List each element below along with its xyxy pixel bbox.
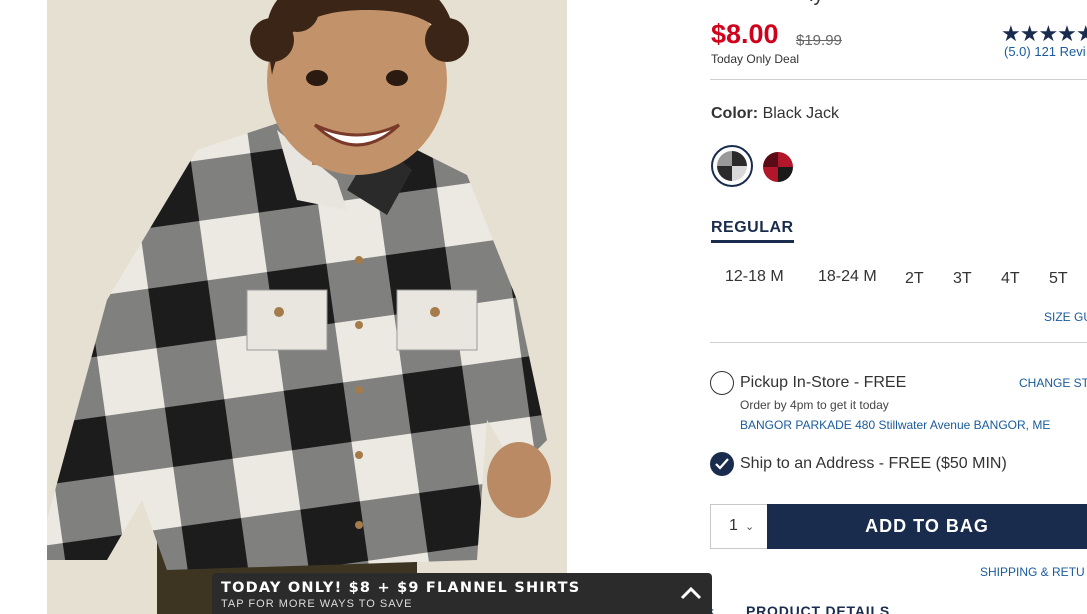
- size-option[interactable]: 12-18 M: [725, 268, 784, 286]
- size-option[interactable]: 2T: [905, 270, 924, 288]
- pickup-radio[interactable]: [710, 371, 734, 395]
- promo-banner[interactable]: TODAY ONLY! $8 + $9 FLANNEL SHIRTS TAP F…: [212, 573, 712, 614]
- divider: [710, 79, 1087, 80]
- promo-subtitle: TAP FOR MORE WAYS TO SAVE: [221, 598, 413, 610]
- product-title: ly: [809, 0, 823, 7]
- chevron-up-icon[interactable]: [680, 584, 702, 602]
- chevron-down-icon: ⌄: [745, 521, 755, 533]
- quantity-value: 1: [729, 517, 738, 534]
- size-guide-link[interactable]: SIZE GU: [1044, 310, 1087, 324]
- product-info-panel: ly $8.00 $19.99 Today Only Deal ★★★★★ (5…: [710, 0, 1087, 614]
- size-option[interactable]: 5T: [1049, 270, 1068, 288]
- size-option[interactable]: 3T: [953, 270, 972, 288]
- chevron-left-icon: ‹: [710, 604, 714, 614]
- add-to-bag-button[interactable]: ADD TO BAG: [767, 504, 1087, 549]
- product-photo: [47, 0, 567, 614]
- color-label: Color:: [711, 105, 759, 122]
- size-option[interactable]: 18-24 M: [818, 268, 877, 286]
- ship-label: Ship to an Address - FREE ($50 MIN): [740, 455, 1007, 472]
- pickup-note: Order by 4pm to get it today: [740, 398, 889, 412]
- pickup-label: Pickup In-Store - FREE: [740, 374, 907, 391]
- product-image[interactable]: [47, 0, 567, 614]
- tab-regular[interactable]: REGULAR: [711, 219, 794, 243]
- quantity-select[interactable]: 1 ⌄: [710, 504, 768, 549]
- checkmark-icon: [715, 458, 729, 470]
- color-selection: Color: Black Jack: [711, 105, 839, 123]
- promo-title: TODAY ONLY! $8 + $9 FLANNEL SHIRTS: [221, 580, 581, 596]
- sale-price: $8.00: [711, 19, 779, 49]
- shipping-returns-link[interactable]: SHIPPING & RETU: [980, 565, 1085, 579]
- deal-note: Today Only Deal: [711, 52, 800, 66]
- color-value: Black Jack: [762, 105, 840, 122]
- reviews-link[interactable]: (5.0) 121 Revi: [1004, 44, 1086, 59]
- product-details-toggle[interactable]: PRODUCT DETAILS: [746, 603, 890, 614]
- store-address[interactable]: BANGOR PARKADE 480 Stillwater Avenue BAN…: [740, 418, 1050, 432]
- change-store-link[interactable]: CHANGE ST: [1019, 376, 1087, 390]
- ship-radio[interactable]: [710, 452, 734, 476]
- size-option[interactable]: 4T: [1001, 270, 1020, 288]
- swatch-red-buffalo-plaid[interactable]: [756, 145, 798, 187]
- swatch-black-jack[interactable]: [711, 145, 753, 187]
- divider: [710, 342, 1087, 343]
- original-price: $19.99: [796, 32, 842, 49]
